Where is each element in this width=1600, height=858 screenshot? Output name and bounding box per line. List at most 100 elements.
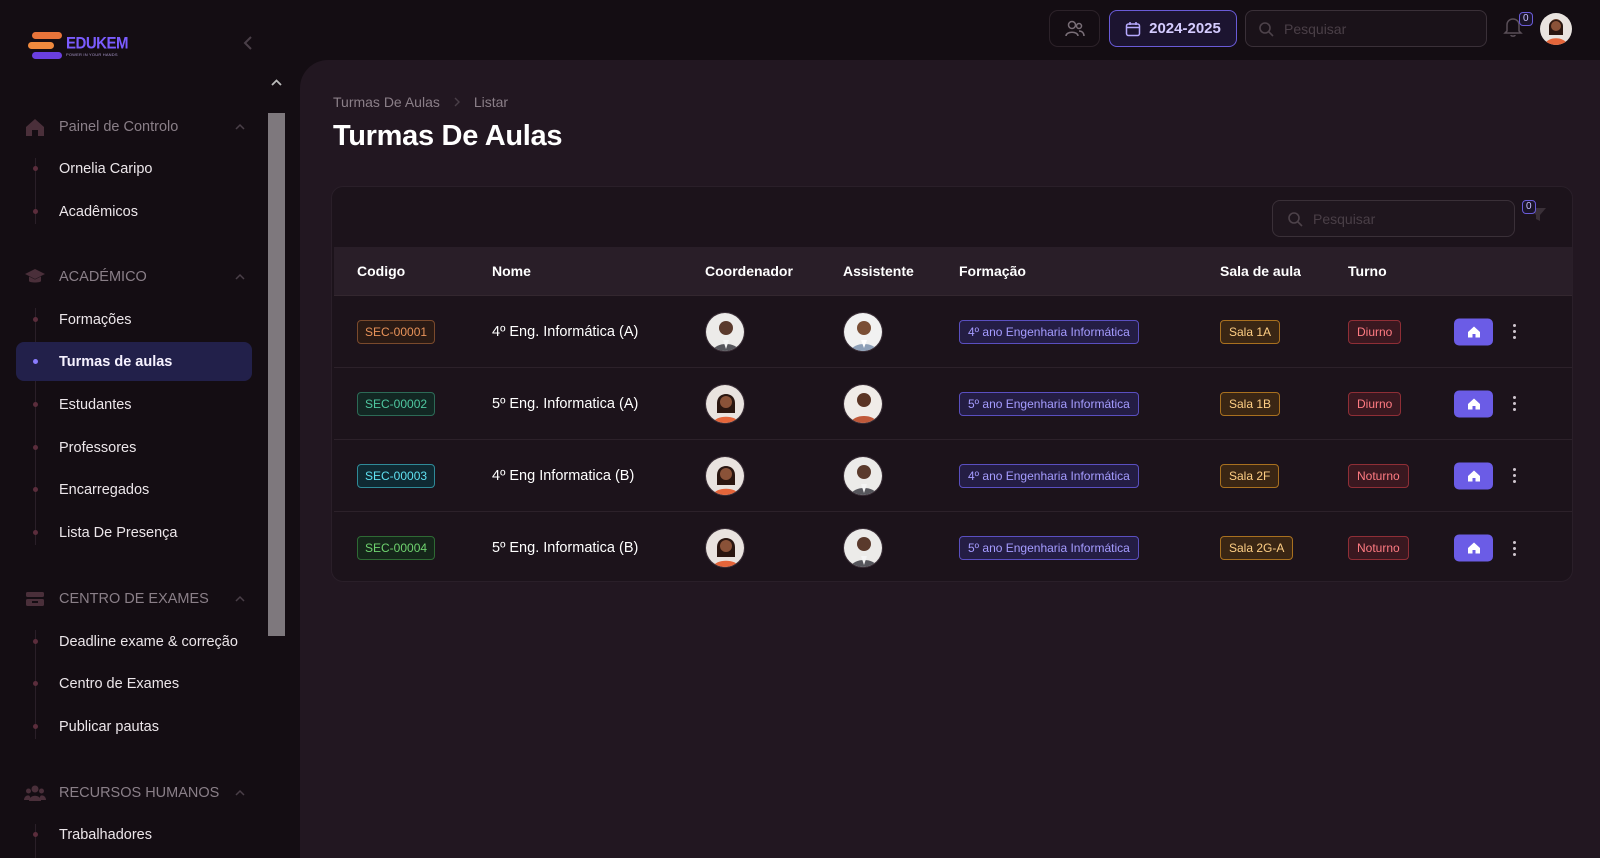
sidebar-item-label: Lista De Presença — [59, 524, 178, 541]
course-badge: 4º ano Engenharia Informática — [959, 463, 1139, 488]
view-class-button[interactable] — [1454, 534, 1493, 562]
bullet-icon — [33, 166, 38, 171]
more-options-icon[interactable] — [1508, 322, 1520, 342]
breadcrumb-item[interactable]: Turmas De Aulas — [333, 94, 440, 110]
school-year-button[interactable]: 2024-2025 — [1109, 10, 1237, 47]
more-options-icon[interactable] — [1508, 538, 1520, 558]
sidebar-section-academico[interactable]: ACADÉMICO — [24, 265, 246, 289]
main-content: Turmas De Aulas Listar Turmas De Aulas 0… — [300, 60, 1600, 858]
top-bar: EDUKEM POWER IN YOUR HANDS 2024-2025 0 — [0, 0, 1600, 60]
sidebar-section-label: Painel de Controlo — [59, 119, 179, 135]
sidebar-section-label: RECURSOS HUMANOS — [59, 785, 220, 801]
chevron-up-icon — [235, 273, 245, 280]
sidebar-item-turmas-de-aulas[interactable]: Turmas de aulas — [16, 342, 252, 381]
table-row[interactable]: SEC-00001 4º Eng. Informática (A) 4º ano… — [334, 296, 1572, 368]
sidebar-item-publicar-pautas[interactable]: Publicar pautas — [16, 707, 252, 746]
sidebar-item-label: Estudantes — [59, 396, 132, 413]
filter-badge: 0 — [1522, 200, 1536, 214]
search-icon — [1288, 211, 1303, 227]
table-search-input[interactable] — [1313, 210, 1493, 227]
global-search-input[interactable] — [1284, 20, 1464, 37]
classes-table: Codigo Nome Coordenador Assistente Forma… — [334, 247, 1572, 581]
table-search[interactable] — [1272, 200, 1515, 237]
users-button[interactable] — [1049, 10, 1100, 47]
code-badge: SEC-00004 — [357, 536, 436, 560]
bullet-icon — [33, 639, 38, 644]
assistant-avatar[interactable] — [843, 528, 883, 568]
room-badge: Sala 2G-A — [1220, 536, 1294, 560]
room-badge: Sala 2F — [1220, 463, 1280, 488]
exam-icon — [24, 588, 46, 610]
sidebar-item-lista-de-presenca[interactable]: Lista De Presença — [16, 513, 252, 552]
collapse-sidebar-button[interactable] — [240, 33, 256, 53]
coordinator-avatar[interactable] — [705, 383, 745, 424]
sidebar-item-label: Publicar pautas — [59, 718, 159, 735]
sidebar-item-formacoes[interactable]: Formações — [16, 300, 252, 339]
assistant-avatar[interactable] — [843, 383, 883, 424]
notifications-badge: 0 — [1519, 12, 1533, 26]
course-badge: 5º ano Engenharia Informática — [959, 391, 1139, 416]
chevron-up-icon — [235, 789, 245, 796]
sidebar-item-label: Trabalhadores — [59, 826, 152, 843]
class-name: 4º Eng. Informática (A) — [492, 323, 639, 340]
more-options-icon[interactable] — [1508, 466, 1520, 486]
view-class-button[interactable] — [1454, 318, 1493, 345]
sidebar-item-estudantes[interactable]: Estudantes — [16, 385, 252, 424]
room-badge: Sala 1A — [1220, 319, 1281, 344]
table-row[interactable]: SEC-00002 5º Eng. Informatica (A) 5º ano… — [334, 368, 1572, 440]
column-header-sala[interactable]: Sala de aula — [1220, 263, 1301, 279]
coordinator-avatar[interactable] — [705, 528, 745, 568]
column-header-codigo[interactable]: Codigo — [357, 263, 405, 279]
chevron-up-icon — [235, 595, 245, 602]
table-row[interactable]: SEC-00004 5º Eng. Informatica (B) 5º ano… — [334, 512, 1572, 581]
sidebar: Painel de Controlo Ornelia Caripo Acadêm… — [0, 58, 285, 858]
bullet-icon — [33, 487, 38, 492]
sidebar-item-label: Ornelia Caripo — [59, 160, 153, 177]
column-header-assistente[interactable]: Assistente — [843, 263, 914, 279]
sidebar-section-recursos-humanos[interactable]: RECURSOS HUMANOS — [24, 781, 246, 805]
more-options-icon[interactable] — [1508, 394, 1520, 414]
sidebar-item-label: Centro de Exames — [59, 675, 180, 692]
coordinator-avatar[interactable] — [705, 455, 745, 496]
assistant-avatar[interactable] — [843, 455, 883, 496]
app-logo[interactable]: EDUKEM POWER IN YOUR HANDS — [28, 32, 129, 60]
column-header-coordenador[interactable]: Coordenador — [705, 263, 793, 279]
view-class-button[interactable] — [1454, 390, 1493, 417]
sidebar-item-label: Acadêmicos — [59, 203, 138, 220]
sidebar-item-encarregados[interactable]: Encarregados — [16, 470, 252, 509]
global-search[interactable] — [1245, 10, 1487, 47]
sidebar-item-centro-de-exames[interactable]: Centro de Exames — [16, 664, 252, 703]
breadcrumb-item: Listar — [473, 94, 509, 110]
sidebar-section-centro-de-exames[interactable]: CENTRO DE EXAMES — [24, 587, 246, 611]
sidebar-item-deadline-exame[interactable]: Deadline exame & correção — [16, 622, 252, 661]
search-icon — [1259, 21, 1274, 37]
code-badge: SEC-00002 — [357, 391, 436, 416]
sidebar-item-label: Deadline exame & correção — [59, 633, 238, 650]
sidebar-item-ornelia-caripo[interactable]: Ornelia Caripo — [16, 149, 252, 188]
column-header-nome[interactable]: Nome — [492, 263, 531, 279]
logo-name: EDUKEM — [66, 33, 129, 53]
sidebar-item-trabalhadores[interactable]: Trabalhadores — [16, 815, 252, 854]
sidebar-item-academicos[interactable]: Acadêmicos — [16, 192, 252, 231]
code-badge: SEC-00003 — [357, 463, 436, 488]
assistant-avatar[interactable] — [843, 311, 883, 352]
breadcrumb: Turmas De Aulas Listar — [333, 94, 508, 110]
column-header-formacao[interactable]: Formação — [959, 263, 1026, 279]
sidebar-item-professores[interactable]: Professores — [16, 428, 252, 467]
shift-badge: Diurno — [1348, 391, 1402, 416]
home-icon — [24, 116, 46, 138]
code-badge: SEC-00001 — [357, 319, 436, 344]
bullet-icon — [33, 359, 38, 364]
view-class-button[interactable] — [1454, 462, 1493, 489]
table-row[interactable]: SEC-00003 4º Eng Informatica (B) 4º ano … — [334, 440, 1572, 512]
graduation-cap-icon — [24, 266, 46, 288]
scrollbar-thumb[interactable] — [268, 113, 285, 636]
scroll-up-icon[interactable] — [271, 78, 282, 88]
sidebar-scrollbar[interactable] — [268, 78, 285, 858]
user-avatar[interactable] — [1540, 13, 1572, 45]
column-header-turno[interactable]: Turno — [1348, 263, 1387, 279]
sidebar-section-dashboard[interactable]: Painel de Controlo — [24, 115, 246, 139]
people-icon — [24, 782, 46, 804]
bullet-icon — [33, 209, 38, 214]
coordinator-avatar[interactable] — [705, 311, 745, 352]
